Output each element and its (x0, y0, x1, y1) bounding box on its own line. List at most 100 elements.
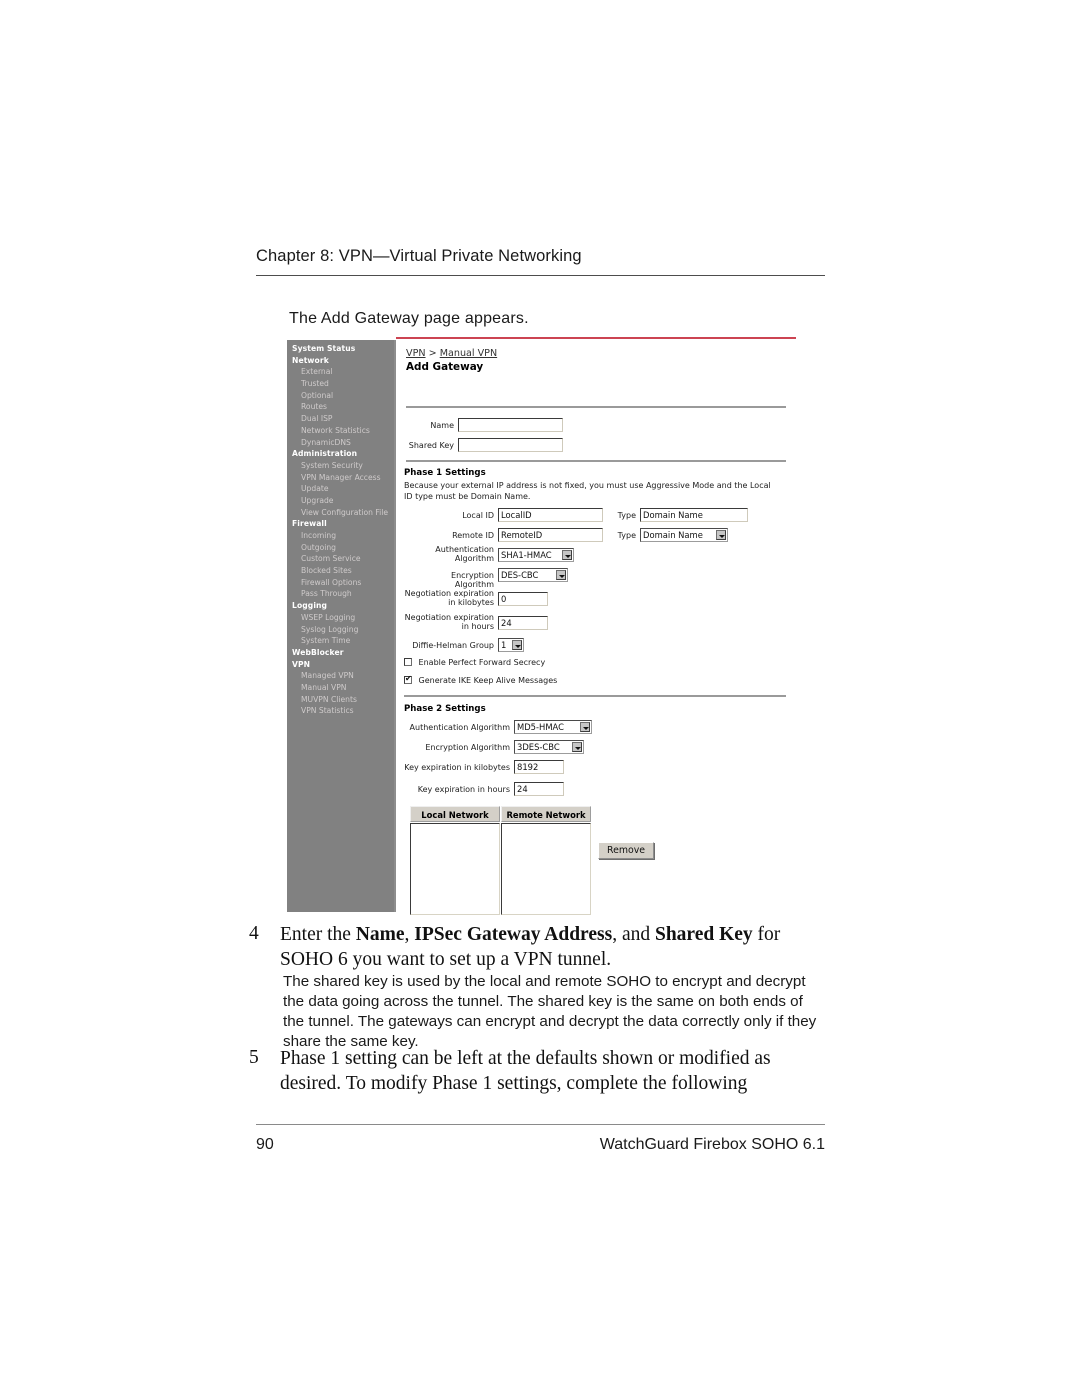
sidebar-item-firewall[interactable]: Firewall (287, 518, 394, 530)
step-4-text: Enter the (280, 924, 356, 945)
embedded-screenshot: System Status Network External Trusted Optio… (287, 337, 796, 915)
sidebar-item-vpn-manager-access[interactable]: VPN Manager Access (287, 472, 394, 484)
sidebar-item-optional[interactable]: Optional (287, 390, 394, 402)
sidebar-item-syslog-logging[interactable]: Syslog Logging (287, 624, 394, 636)
step-4-lead: Enter the Name, IPSec Gateway Address, a… (280, 923, 830, 973)
sidebar-item-logging[interactable]: Logging (287, 600, 394, 612)
local-id-type-label: Type (617, 511, 636, 520)
step-4-text: , (404, 924, 415, 945)
phase1-encryption-select[interactable]: DES-CBC (498, 568, 568, 582)
sidebar-item-incoming[interactable]: Incoming (287, 530, 394, 542)
remove-button[interactable]: Remove (598, 842, 655, 859)
phase1-auth-value: SHA1-HMAC (501, 550, 552, 560)
sidebar-item-system-time[interactable]: System Time (287, 635, 394, 647)
breadcrumb-separator: > (428, 348, 437, 359)
local-network-column: Local Network (410, 806, 500, 915)
remote-network-listbox[interactable] (501, 823, 591, 915)
step-5-lead: Phase 1 setting can be left at the defau… (280, 1048, 771, 1094)
sidebar-item-managed-vpn[interactable]: Managed VPN (287, 670, 394, 682)
sidebar-item-muvpn-clients[interactable]: MUVPN Clients (287, 694, 394, 706)
sidebar-item-firewall-options[interactable]: Firewall Options (287, 577, 394, 589)
breadcrumb[interactable]: VPN > Manual VPN (406, 348, 497, 359)
sidebar-item-routes[interactable]: Routes (287, 401, 394, 413)
key-kb-label: Key expiration in kilobytes (404, 763, 510, 772)
step-4-emphasis: Name (355, 924, 405, 945)
sidebar-item-vpn[interactable]: VPN (287, 659, 394, 671)
sidebar-item-blocked-sites[interactable]: Blocked Sites (287, 565, 394, 577)
divider-top (406, 406, 786, 408)
shared-key-label: Shared Key (408, 441, 454, 450)
sidebar-item-system-status[interactable]: System Status (287, 343, 394, 355)
chevron-down-icon[interactable] (580, 722, 590, 732)
sidebar-item-manual-vpn[interactable]: Manual VPN (287, 682, 394, 694)
accent-rule (396, 337, 796, 339)
step-4-emphasis: Shared Key (654, 924, 753, 945)
local-network-listbox[interactable] (410, 823, 500, 915)
sidebar-item-custom-service[interactable]: Custom Service (287, 553, 394, 565)
remote-id-type-value: Domain Name (643, 530, 703, 540)
remote-id-type-select[interactable]: Domain Name (640, 528, 728, 542)
phase1-auth-select[interactable]: SHA1-HMAC (498, 548, 574, 562)
phase2-heading: Phase 2 Settings (404, 704, 486, 714)
sidebar-item-trusted[interactable]: Trusted (287, 378, 394, 390)
shared-key-input[interactable] (458, 438, 563, 452)
divider-phase1 (406, 460, 786, 462)
app-sidebar[interactable]: System Status Network External Trusted Optio… (287, 340, 394, 912)
phase2-encryption-select[interactable]: 3DES-CBC (514, 740, 584, 754)
neg-kb-label-line2: in kilobytes (448, 598, 494, 607)
sidebar-item-dynamicdns[interactable]: DynamicDNS (287, 437, 394, 449)
phase1-note: Because your external IP address is not … (404, 481, 771, 501)
sidebar-item-view-configuration-file[interactable]: View Configuration File (287, 507, 394, 519)
sidebar-item-network[interactable]: Network (287, 355, 394, 367)
local-id-label: Local ID (462, 511, 494, 520)
chevron-down-icon[interactable] (512, 640, 522, 650)
neg-kb-input[interactable]: 0 (498, 592, 548, 606)
step-4-number: 4 (249, 923, 259, 944)
network-lists: Local Network Remote Network (410, 806, 591, 915)
intro-caption: The Add Gateway page appears. (289, 310, 529, 327)
chevron-down-icon[interactable] (572, 742, 582, 752)
step-5-number: 5 (249, 1047, 259, 1068)
sidebar-item-wsep-logging[interactable]: WSEP Logging (287, 612, 394, 624)
chevron-down-icon[interactable] (562, 550, 572, 560)
local-id-input[interactable]: LocalID (498, 508, 603, 522)
pfs-checkbox-row[interactable]: Enable Perfect Forward Secrecy (404, 658, 545, 667)
sidebar-item-vpn-statistics[interactable]: VPN Statistics (287, 705, 394, 717)
step-4-body: The shared key is used by the local and … (283, 973, 817, 1051)
phase2-encryption-value: 3DES-CBC (517, 742, 560, 752)
remote-network-header: Remote Network (501, 806, 591, 822)
chevron-down-icon[interactable] (556, 570, 566, 580)
remote-id-input[interactable]: RemoteID (498, 528, 603, 542)
sidebar-item-network-statistics[interactable]: Network Statistics (287, 425, 394, 437)
footer-rule (256, 1124, 825, 1125)
sidebar-item-upgrade[interactable]: Upgrade (287, 495, 394, 507)
ike-keepalive-label: Generate IKE Keep Alive Messages (418, 676, 558, 685)
sidebar-item-administration[interactable]: Administration (287, 448, 394, 460)
sidebar-item-outgoing[interactable]: Outgoing (287, 542, 394, 554)
chevron-down-icon[interactable] (716, 530, 726, 540)
remote-network-column: Remote Network (501, 806, 591, 915)
sidebar-item-dual-isp[interactable]: Dual ISP (287, 413, 394, 425)
name-input[interactable] (458, 418, 563, 432)
local-id-type-input[interactable]: Domain Name (640, 508, 748, 522)
phase2-auth-label: Authentication Algorithm (409, 723, 510, 732)
key-kb-input[interactable]: 8192 (514, 760, 564, 774)
dh-group-select[interactable]: 1 (498, 638, 524, 652)
neg-hours-input[interactable]: 24 (498, 616, 548, 630)
ike-keepalive-checkbox[interactable] (404, 674, 412, 684)
app-content-pane: VPN > Manual VPN Add Gateway Name Shared… (394, 340, 796, 915)
sidebar-item-webblocker[interactable]: WebBlocker (287, 647, 394, 659)
header-rule (256, 275, 825, 276)
sidebar-item-system-security[interactable]: System Security (287, 460, 394, 472)
ike-checkbox-row[interactable]: Generate IKE Keep Alive Messages (404, 674, 558, 685)
sidebar-item-update[interactable]: Update (287, 483, 394, 495)
breadcrumb-root[interactable]: VPN (406, 348, 426, 359)
breadcrumb-current[interactable]: Manual VPN (440, 348, 497, 359)
pfs-label: Enable Perfect Forward Secrecy (418, 658, 546, 667)
pfs-checkbox[interactable] (404, 658, 412, 666)
sidebar-item-external[interactable]: External (287, 366, 394, 378)
step-4-text: , and (612, 924, 655, 945)
phase2-auth-select[interactable]: MD5-HMAC (514, 720, 592, 734)
sidebar-item-pass-through[interactable]: Pass Through (287, 588, 394, 600)
key-hours-input[interactable]: 24 (514, 782, 564, 796)
